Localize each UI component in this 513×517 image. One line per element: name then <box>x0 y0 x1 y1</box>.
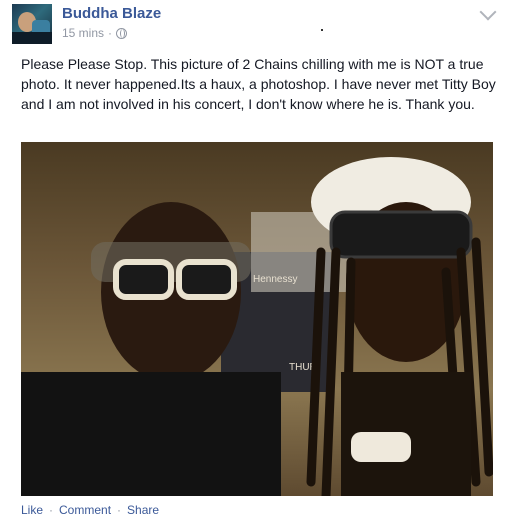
avatar[interactable] <box>12 4 52 44</box>
like-button[interactable]: Like <box>21 503 43 517</box>
stray-dot <box>321 29 323 31</box>
post-author-name[interactable]: Buddha Blaze <box>62 5 161 22</box>
globe-icon[interactable] <box>116 27 128 39</box>
post-photo[interactable]: Hennessy THUR <box>21 142 493 496</box>
chevron-down-icon[interactable] <box>479 3 497 21</box>
post-text: Please Please Stop. This picture of 2 Ch… <box>21 56 496 112</box>
post-meta: 15 mins · <box>62 26 128 40</box>
share-button[interactable]: Share <box>127 503 159 517</box>
meta-separator: · <box>108 26 113 40</box>
banner-text-1: Hennessy <box>253 274 297 285</box>
post-timestamp[interactable]: 15 mins <box>62 26 104 40</box>
comment-button[interactable]: Comment <box>59 503 111 517</box>
photo-illustration: Hennessy THUR <box>21 157 493 496</box>
post-actions: Like · Comment · Share <box>21 503 159 517</box>
action-separator: · <box>49 503 54 517</box>
action-separator: · <box>117 503 122 517</box>
